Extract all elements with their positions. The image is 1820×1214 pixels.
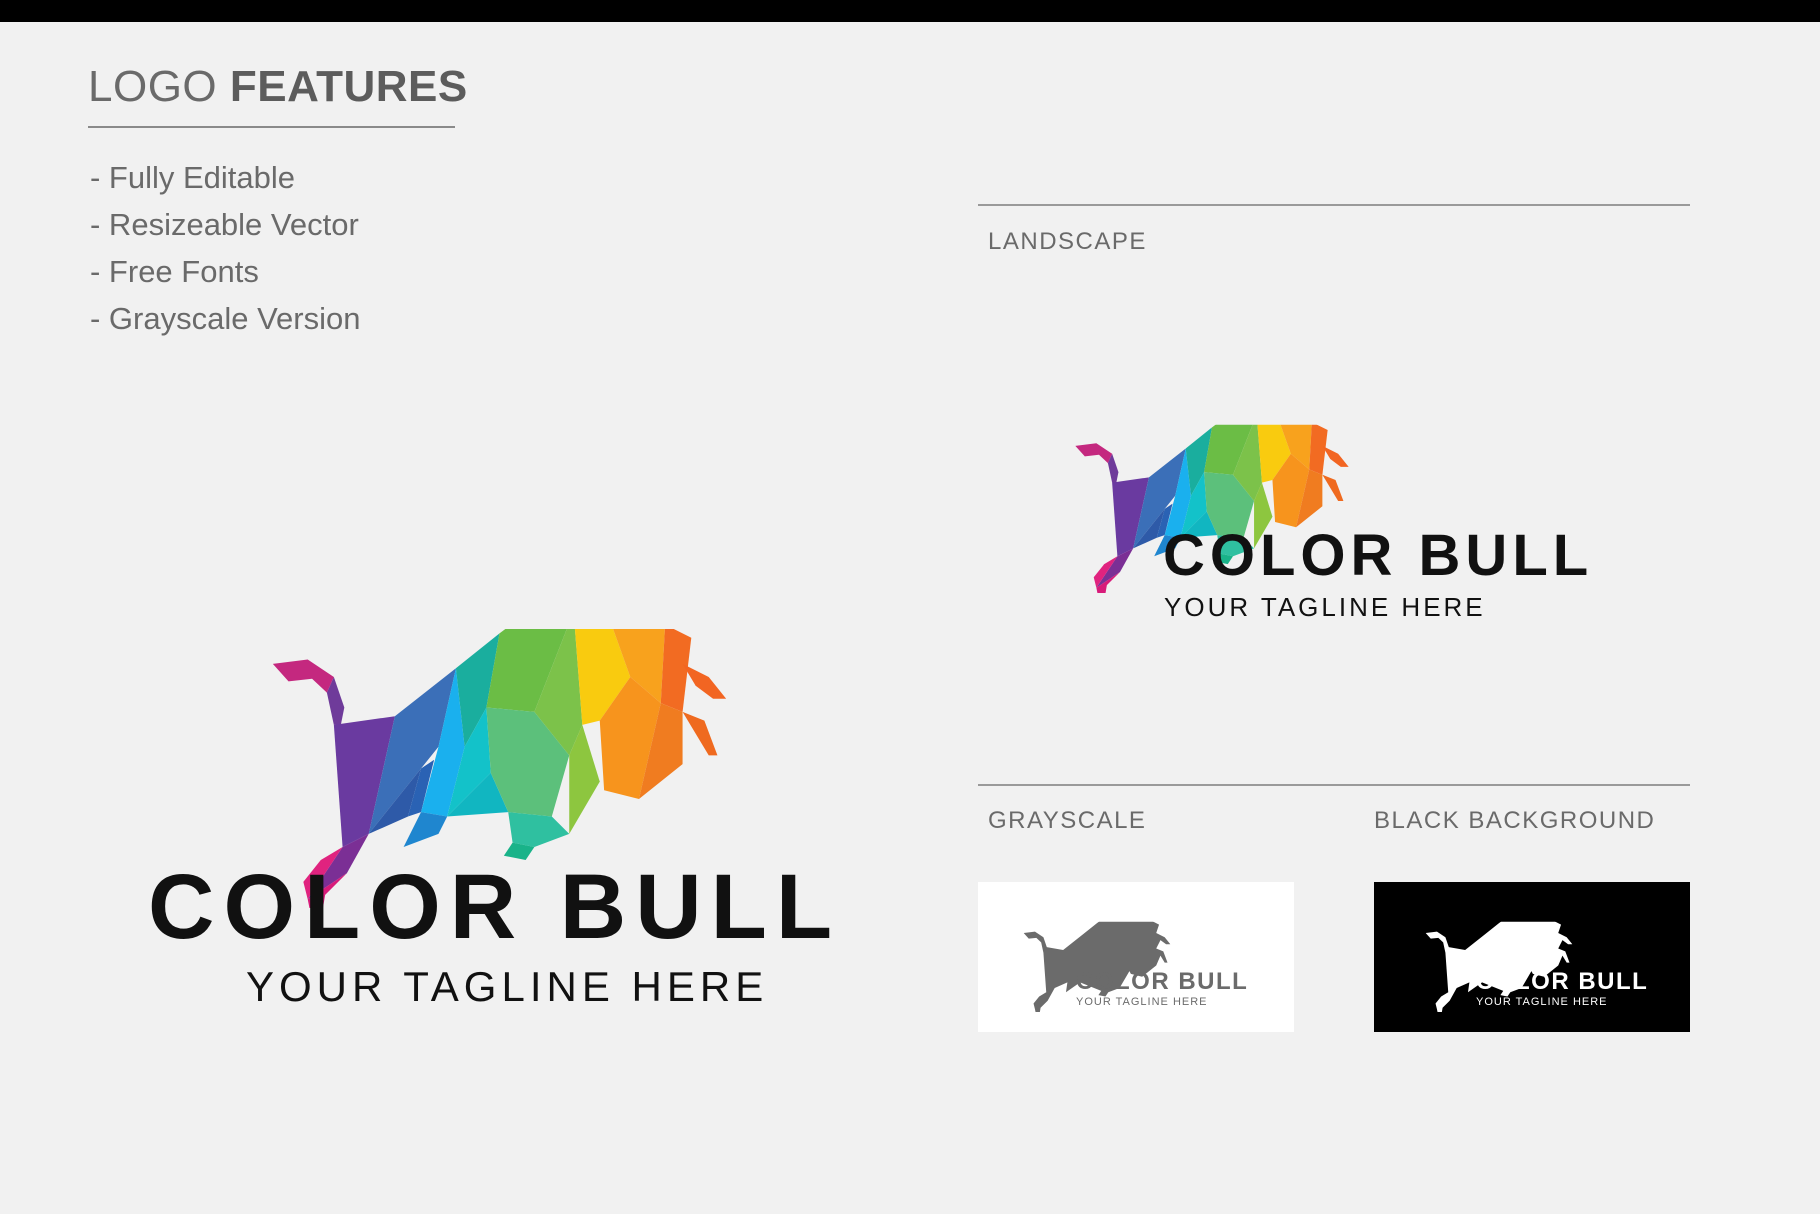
- feature-item: - Resizeable Vector: [90, 207, 359, 242]
- grayscale-panel: COLOR BULL YOUR TAGLINE HERE: [978, 882, 1294, 1032]
- landscape-label: LANDSCAPE: [988, 228, 1147, 255]
- main-brand-name: COLOR BULL: [148, 856, 842, 958]
- feature-item: - Grayscale Version: [90, 301, 361, 336]
- landscape-brand-name: COLOR BULL: [1163, 523, 1594, 588]
- feature-item: - Free Fonts: [90, 254, 259, 289]
- feature-item: - Fully Editable: [90, 160, 296, 195]
- grayscale-tagline: YOUR TAGLINE HERE: [1076, 996, 1208, 1008]
- divider-top: [978, 204, 1690, 206]
- black-background-panel: COLOR BULL YOUR TAGLINE HERE: [1374, 882, 1690, 1032]
- features-title: LOGO FEATURES: [88, 62, 468, 112]
- black-background-label: BLACK BACKGROUND: [1374, 807, 1656, 834]
- main-tagline: YOUR TAGLINE HERE: [246, 963, 769, 1010]
- grayscale-brand-name: COLOR BULL: [1076, 968, 1249, 995]
- top-bar: [0, 0, 1820, 22]
- divider-bottom: [978, 784, 1690, 786]
- grayscale-label: GRAYSCALE: [988, 807, 1147, 834]
- black-bg-brand-name: COLOR BULL: [1476, 968, 1649, 995]
- features-title-light: LOGO: [88, 62, 218, 111]
- feature-list: - Fully Editable - Resizeable Vector - F…: [90, 154, 361, 342]
- features-title-bold: FEATURES: [229, 62, 468, 111]
- landscape-tagline: YOUR TAGLINE HERE: [1164, 592, 1486, 622]
- black-bg-tagline: YOUR TAGLINE HERE: [1476, 996, 1608, 1008]
- title-underline: [88, 126, 455, 128]
